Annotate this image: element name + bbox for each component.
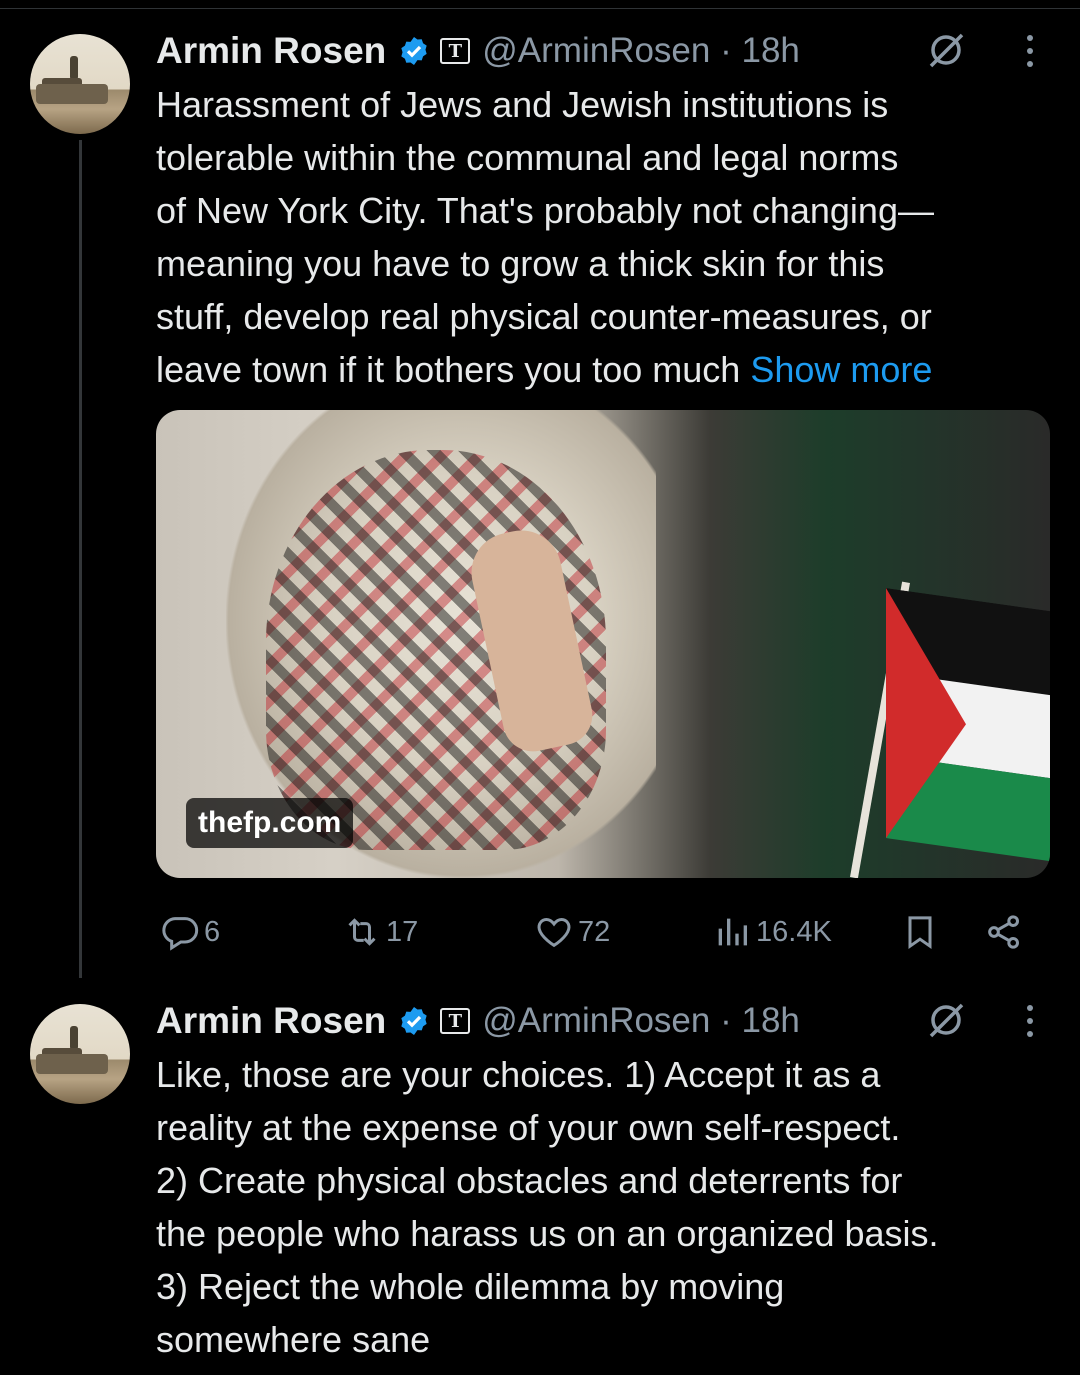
views-chart-icon [718,918,747,946]
repost-count: 17 [386,915,419,948]
share-button[interactable] [984,902,1028,962]
avatar[interactable] [30,34,130,134]
tweet-header: Armin Rosen T @ArminRosen · 18h [156,28,800,74]
timestamp[interactable]: 18h [741,31,799,70]
grok-icon[interactable] [926,1000,966,1040]
tweet-text: Harassment of Jews and Jewish institutio… [156,78,1056,396]
author-handle[interactable]: @ArminRosen · 18h [482,1001,800,1041]
like-button[interactable]: 72 [534,902,610,962]
tweet-text-line: tolerable within the communal and legal … [156,137,899,178]
share-icon [988,915,1019,949]
bookmark-icon [908,916,932,950]
more-options-icon[interactable] [1012,1000,1048,1042]
top-divider [0,8,1080,9]
verified-badge-icon [401,37,427,65]
like-count: 72 [578,915,611,948]
tweet[interactable]: Armin Rosen T @ArminRosen · 18h Like, th… [0,990,1080,1375]
timestamp[interactable]: 18h [741,1001,799,1040]
heart-icon [537,917,571,948]
grok-icon[interactable] [926,30,966,70]
tweet-actions: 6 17 72 16.4K [156,902,1056,962]
views-count: 16.4K [756,915,832,948]
more-options-icon[interactable] [1012,30,1048,72]
tweet-text-line: leave town if it bothers you too much Sh… [156,349,933,390]
tweet-text-line: of New York City. That's probably not ch… [156,190,934,231]
tweet-text-line: meaning you have to grow a thick skin fo… [156,243,885,284]
thread-connector-line [79,140,82,978]
card-domain-label: thefp.com [186,798,354,848]
tweet-header: Armin Rosen T @ArminRosen · 18h [156,998,800,1044]
tweet-text: Like, those are your choices. 1) Accept … [156,1048,1056,1366]
reply-icon [162,917,199,951]
reply-button[interactable]: 6 [160,902,220,962]
tweet-text-line: Like, those are your choices. 1) Accept … [156,1054,881,1095]
reply-count: 6 [204,915,221,948]
tweet-text-line: stuff, develop real physical counter-mea… [156,296,932,337]
verified-badge-icon [401,1007,427,1035]
tweet-text-line: the people who harass us on an organized… [156,1213,939,1254]
show-more-link[interactable]: Show more [750,349,932,390]
affiliate-badge-icon[interactable]: T [440,1008,471,1034]
tweet-text-line: somewhere sane [156,1319,431,1360]
author-name[interactable]: Armin Rosen [156,1000,386,1042]
author-handle[interactable]: @ArminRosen · 18h [482,31,800,71]
bookmark-button[interactable] [900,902,944,962]
avatar[interactable] [30,1004,130,1104]
tweet-text-line: 3) Reject the whole dilemma by moving [156,1266,785,1307]
author-name[interactable]: Armin Rosen [156,30,386,72]
views-button[interactable]: 16.4K [712,902,832,962]
repost-icon [348,918,376,946]
repost-button[interactable]: 17 [342,902,418,962]
tweet[interactable]: Armin Rosen T @ArminRosen · 18h Harassme… [0,20,1080,980]
link-card-image[interactable]: thefp.com [156,410,1050,878]
affiliate-badge-icon[interactable]: T [440,38,471,64]
tweet-text-line: reality at the expense of your own self-… [156,1107,901,1148]
tweet-text-line: Harassment of Jews and Jewish institutio… [156,84,889,125]
tweet-text-line: 2) Create physical obstacles and deterre… [156,1160,903,1201]
